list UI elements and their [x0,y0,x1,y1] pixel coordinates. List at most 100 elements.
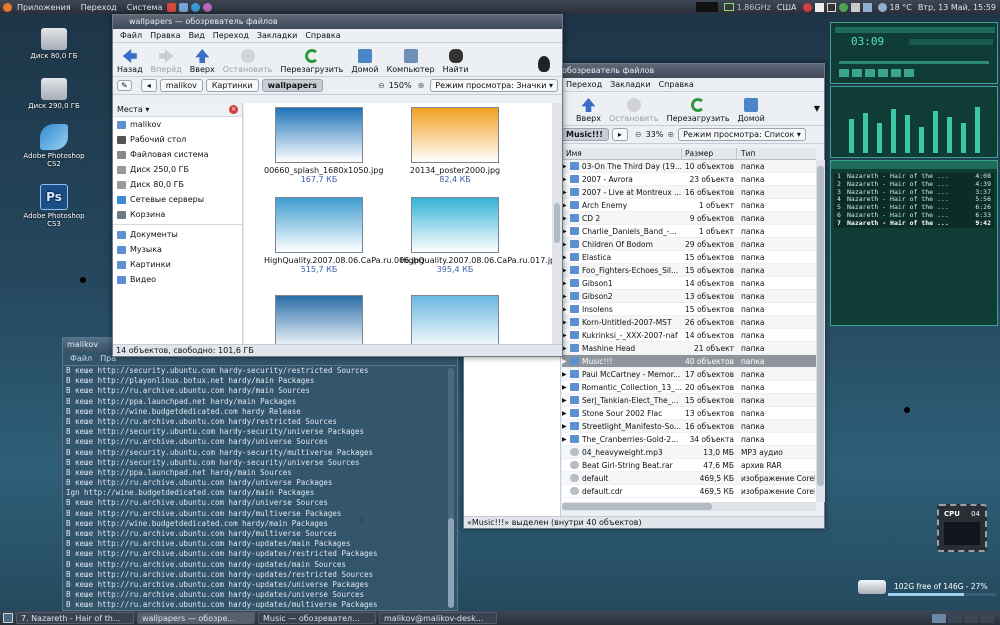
stop-button[interactable]: Остановить [609,98,659,123]
file-list-row[interactable]: ▶ Insolens 15 объектов папка [562,303,816,316]
place-item[interactable]: Рабочий стол [113,132,242,147]
file-list-row[interactable]: default 469,5 КБ изображение Corel [562,472,816,485]
weather-temp[interactable]: 18 °C [890,3,912,12]
next-icon[interactable] [891,69,901,77]
bookmark-item[interactable]: Видео [113,272,242,287]
search-button[interactable]: Найти [443,49,469,74]
zoom-in-icon[interactable]: ⊕ [418,81,425,90]
playlist-item[interactable]: 7 Nazareth - Hair of the ... 9:42 [834,219,994,228]
launcher-icons[interactable] [167,2,213,12]
column-header-type[interactable]: Тип [737,148,815,159]
taskbar-task-wallpapers[interactable]: wallpapers — обозре... [137,612,255,624]
file-list-row[interactable]: ▶ CD 2 9 объектов папка [562,212,816,225]
file-thumbnail[interactable]: 20134_poster2000.jpg 82,4 КБ [400,107,510,184]
terminal-window[interactable]: malikov Файл Пра В кеше http://security.… [62,337,458,611]
reload-button[interactable]: Перезагрузить [667,98,730,123]
playlist-item[interactable]: 1 Nazareth - Hair of the ... 4:08 [834,172,994,181]
file-list[interactable]: ▶ 03-On The Third Day (19... 10 объектов па… [562,160,816,502]
wallpapers-window-titlebar[interactable]: wallpapers — обозреватель файлов [113,15,562,29]
file-list-row[interactable]: ▶ Streetlight_Manifesto-So... 16 объектов п… [562,420,816,433]
playlist-item[interactable]: 6 Nazareth - Hair of the ... 6:33 [834,211,994,220]
player-titlebar[interactable] [835,27,995,33]
desktop-icon-disk-80[interactable]: Диск 80,0 ГБ [18,28,90,60]
expander-icon[interactable]: ▶ [562,329,570,341]
terminal-applet-icon[interactable] [695,2,718,12]
home-button[interactable]: Домой [738,98,765,123]
eject-icon[interactable] [904,69,914,77]
expander-icon[interactable]: ▶ [562,277,570,289]
expander-icon[interactable]: ▶ [562,433,570,445]
previous-icon[interactable] [839,69,849,77]
file-list-row[interactable]: ▶ Serj_Tankian-Elect_The_... 15 объектов па… [562,394,816,407]
expander-icon[interactable]: ▶ [562,407,570,419]
equalizer-slider[interactable] [947,117,952,153]
bookmark-item[interactable]: Музыка [113,242,242,257]
file-list-row[interactable]: ▶ Mashine Head 21 объект папка [562,342,816,355]
zoom-out-icon[interactable]: ⊖ [378,81,385,90]
place-item[interactable]: Корзина [113,207,242,222]
breadcrumb-next-button[interactable]: ▸ [611,128,628,141]
zoom-level[interactable]: 33% [646,130,664,139]
place-item[interactable]: Диск 80,0 ГБ [113,177,242,192]
file-list-row[interactable]: ▶ Paul McCartney - Memor... 17 объектов пап… [562,368,816,381]
expander-icon[interactable]: ▶ [562,160,570,172]
file-list-row[interactable]: ▶ Stone Sour 2002 Flac 13 объектов папка [562,407,816,420]
equalizer-slider[interactable] [849,119,854,153]
pause-icon[interactable] [865,69,875,77]
file-list-row[interactable]: ▶ 2007 - Live at Montreux ... 16 объектов п… [562,186,816,199]
playlist-item[interactable]: 3 Nazareth - Hair of the ... 3:37 [834,188,994,197]
expander-icon[interactable]: ▶ [562,225,570,237]
workspace-switcher[interactable] [932,613,994,623]
file-thumbnail[interactable] [264,295,374,344]
terminal-scrollbar[interactable] [448,368,454,608]
zoom-out-icon[interactable]: ⊖ [635,130,642,139]
view-mode-select[interactable]: Режим просмотра: Список ▾ [678,128,806,141]
expander-icon[interactable]: ▶ [562,381,570,393]
desktop-icon-photoshop-cs2[interactable]: Adobe Photoshop CS2 [18,124,90,168]
file-list-row[interactable]: ▶ The_Cranberries-Gold-2... 34 объекта папк… [562,433,816,446]
desktop-icon-disk-290[interactable]: Диск 290,0 ГБ [18,78,90,110]
player-seek-bar[interactable] [839,61,989,64]
home-button[interactable]: Домой [351,49,379,74]
equalizer-slider[interactable] [863,113,868,153]
file-thumbnail[interactable]: 00660_splash_1680x1050.jpg 167,7 КБ [264,107,383,184]
equalizer-slider[interactable] [877,123,882,153]
play-icon[interactable] [852,69,862,77]
expander-icon[interactable]: ▶ [562,394,570,406]
equalizer-slider[interactable] [905,115,910,153]
expander-icon[interactable]: ▶ [562,238,570,250]
file-list-row[interactable]: ▶ 03-On The Third Day (19... 10 объектов па… [562,160,816,173]
applications-menu[interactable]: Приложения [17,3,71,12]
equalizer-slider[interactable] [975,107,980,153]
file-list-row[interactable]: Beat Girl-String Beat.rar 47,6 МБ архив RA… [562,459,816,472]
file-list-row[interactable]: 04_heavyweight.mp3 13,0 МБ MP3 аудио [562,446,816,459]
icon-view-scrollbar[interactable] [552,103,562,344]
file-list-row[interactable]: ▶ Romantic_Collection_13_... 20 объектов па… [562,381,816,394]
menu-bookmarks[interactable]: Закладки [257,31,297,40]
stop-button[interactable]: Остановить [223,49,272,74]
menu-bookmarks[interactable]: Закладки [610,80,650,89]
expander-icon[interactable]: ▶ [562,342,570,354]
player-playlist[interactable]: 1 Nazareth - Hair of the ... 4:08 2 Nazareth… [830,160,998,326]
system-menu[interactable]: Система [127,3,163,12]
breadcrumb-malikov[interactable]: malikov [159,79,203,92]
list-vertical-scrollbar[interactable] [816,160,825,502]
place-item[interactable]: Диск 250,0 ГБ [113,162,242,177]
bookmark-item[interactable]: Картинки [113,257,242,272]
keyboard-layout[interactable]: США [777,3,797,12]
expander-icon[interactable]: ▶ [562,199,570,211]
list-horizontal-scrollbar[interactable] [562,502,816,511]
toolbar-overflow-icon[interactable]: ▼ [814,104,820,113]
file-thumbnail[interactable] [400,295,510,344]
file-list-row[interactable]: ▶ Charlie_Daniels_Band_-... 1 объект папка [562,225,816,238]
sidepane-selector[interactable]: Места ▾ [117,105,149,114]
file-list-row[interactable]: ▶ Music!!! 40 объектов папка [562,355,816,368]
view-mode-select[interactable]: Режим просмотра: Значки ▾ [430,79,558,92]
desktop-icon-photoshop-cs3[interactable]: Ps Adobe Photoshop CS3 [18,184,90,228]
expander-icon[interactable]: ▶ [562,264,570,276]
file-list-row[interactable]: ▶ Gibson2 13 объектов папка [562,290,816,303]
expander-icon[interactable]: ▶ [562,290,570,302]
reload-button[interactable]: Перезагрузить [280,49,343,74]
expander-icon[interactable]: ▶ [562,368,570,380]
taskbar-task-terminal[interactable]: malikov@malikov-desk... [379,612,497,624]
